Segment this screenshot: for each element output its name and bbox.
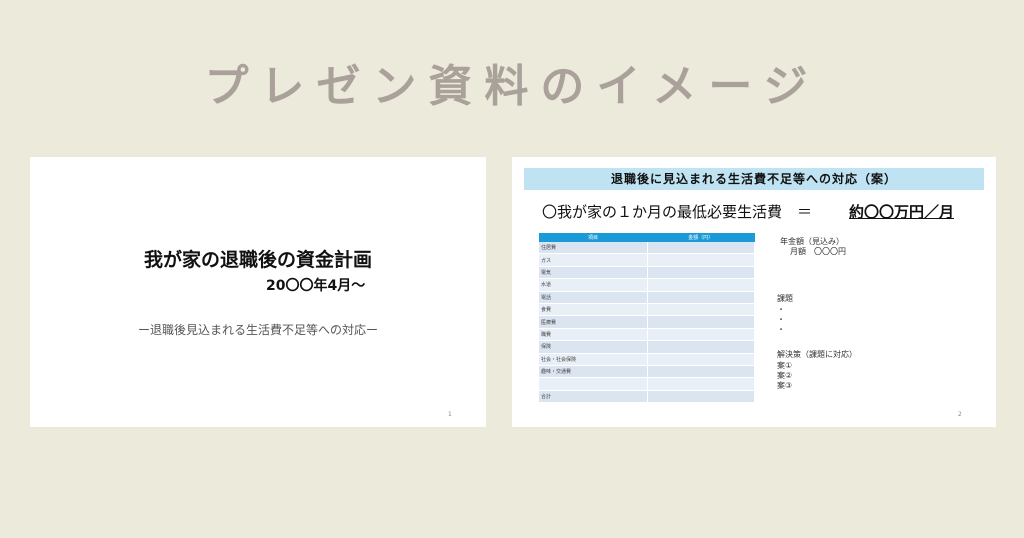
slide-2-thumbnail[interactable]: 退職後に見込まれる生活費不足等への対応（案） 〇我が家の１か月の最低必要生活費 … [512, 157, 996, 427]
slide-2-page-number: 2 [958, 411, 962, 418]
cost-table-header-amount: 金額（円） [647, 233, 755, 242]
solution-item: 案① [777, 361, 793, 370]
slide-1-subtitle: ー退職後見込まれる生活費不足等への対応ー [137, 323, 378, 337]
cost-table-amount-cell [647, 353, 755, 366]
cost-table-item-cell: 住居費 [539, 242, 648, 255]
page-title: プレゼン資料のイメージ [204, 61, 820, 112]
cost-table-item-cell: 社会・社会保険 [539, 353, 648, 366]
pension-label: 年金額（見込み） [780, 237, 844, 246]
cost-table-row: 水道 [539, 278, 755, 292]
cost-table-row: 住居費 [539, 242, 755, 255]
cost-table-row: 社会・社会保険 [539, 353, 755, 366]
cost-table-amount-cell [647, 278, 755, 292]
cost-table-header-item: 項目 [539, 233, 647, 242]
solution-item: 案② [777, 371, 793, 380]
cost-table-item-cell: 電気 [539, 266, 648, 280]
cost-table-amount-cell [647, 315, 755, 329]
cost-table: 項目 金額（円） 住居費 ガス 電気 水道 電話 食費 医療費 職費 保険 社会・社会保険 趣味・交… [539, 233, 755, 404]
cost-table-item-cell: 食費 [539, 303, 648, 317]
slide-1-page-number: 1 [448, 411, 452, 418]
slide-2-monthly-cost-line: 〇我が家の１か月の最低必要生活費 ＝ [542, 203, 813, 221]
cost-table-amount-cell [647, 365, 755, 379]
cost-table-row: 保険 [539, 340, 755, 354]
cost-table-row: 合計 [539, 390, 755, 404]
cost-table-amount-cell [647, 340, 755, 354]
cost-table-amount-cell [647, 266, 755, 280]
cost-table-item-cell [539, 377, 648, 391]
cost-table-row: 医療費 [539, 315, 755, 329]
pension-monthly: 月額 〇〇〇円 [790, 247, 846, 256]
cost-table-item-cell: 保険 [539, 340, 648, 354]
cost-table-header-row: 項目 金額（円） [539, 233, 755, 242]
cost-table-item-cell: 電話 [539, 291, 648, 304]
cost-table-amount-cell [647, 242, 755, 255]
issues-label: 課題 [777, 294, 793, 303]
cost-table-item-cell: 水道 [539, 278, 648, 292]
cost-table-amount-cell [647, 390, 755, 404]
cost-table-item-cell: 趣味・交通費 [539, 365, 648, 379]
solution-item: 案③ [777, 381, 793, 390]
cost-table-row: 食費 [539, 303, 755, 317]
cost-table-item-cell: 合計 [539, 390, 648, 404]
slide-2-header: 退職後に見込まれる生活費不足等への対応（案） [524, 168, 984, 190]
cost-table-amount-cell [647, 291, 755, 304]
issue-bullet: ・ [777, 315, 785, 324]
cost-table-item-cell: 医療費 [539, 315, 648, 329]
cost-table-item-cell: 職費 [539, 328, 648, 342]
cost-table-amount-cell [647, 377, 755, 391]
slide-1-thumbnail[interactable]: 我が家の退職後の資金計画 20〇〇年4月～ ー退職後見込まれる生活費不足等への対… [30, 157, 486, 427]
issue-bullet: ・ [777, 305, 785, 314]
slide-1-date: 20〇〇年4月～ [266, 278, 366, 294]
issue-bullet: ・ [777, 325, 785, 334]
slide-2-monthly-cost-amount: 約〇〇万円／月 [849, 203, 955, 221]
cost-table-row: 電話 [539, 291, 755, 304]
cost-table-row: 趣味・交通費 [539, 365, 755, 379]
solutions-label: 解決策（課題に対応） [777, 350, 857, 359]
cost-table-row: 電気 [539, 266, 755, 280]
slide-1-title: 我が家の退職後の資金計画 [143, 249, 372, 271]
cost-table-row [539, 377, 755, 391]
cost-table-amount-cell [647, 328, 755, 342]
cost-table-row: 職費 [539, 328, 755, 342]
cost-table-amount-cell [647, 253, 755, 267]
cost-table-item-cell: ガス [539, 253, 648, 267]
cost-table-row: ガス [539, 253, 755, 267]
cost-table-amount-cell [647, 303, 755, 317]
